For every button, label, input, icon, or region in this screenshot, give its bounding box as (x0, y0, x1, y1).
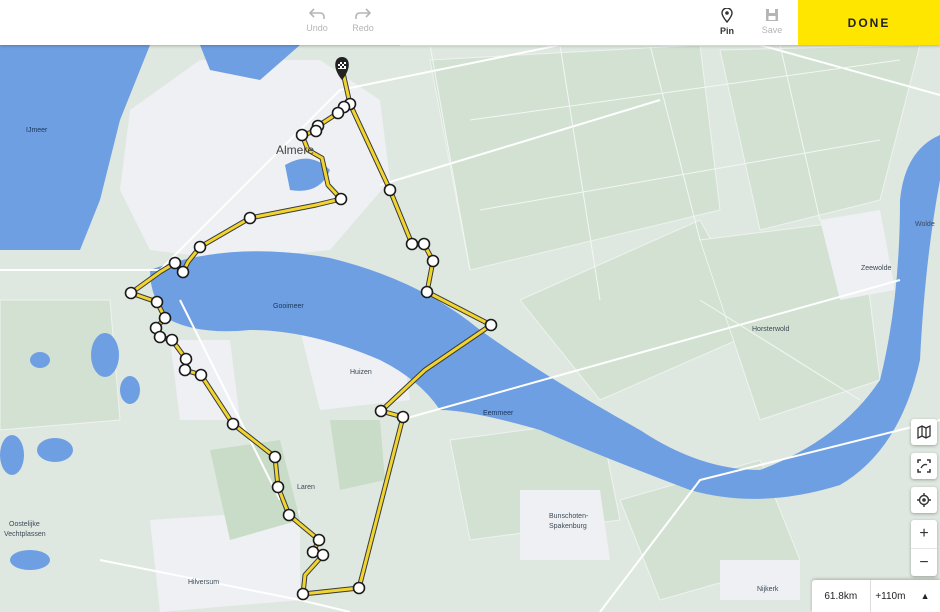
route-waypoint[interactable] (165, 333, 179, 347)
map-canvas[interactable]: IJmeer Almere Gooimeer Huizen Eemmeer La… (0, 0, 940, 612)
map-label-ijmeer: IJmeer (26, 127, 48, 134)
route-stats-bar[interactable]: 61.8km +110m ▲ (812, 580, 940, 612)
redo-icon (355, 8, 371, 19)
map-label-eemmeer: Eemmeer (483, 410, 514, 417)
zoom-out-button[interactable]: − (911, 549, 937, 577)
route-waypoint[interactable] (295, 128, 309, 142)
fit-route-button[interactable] (911, 453, 937, 479)
route-waypoint[interactable] (158, 311, 172, 325)
map-label-horsterwold: Horsterwold (752, 326, 789, 333)
route-waypoint[interactable] (271, 480, 285, 494)
route-waypoint[interactable] (484, 318, 498, 332)
map-label-wolde: Wolde (915, 221, 935, 228)
crosshair-icon (917, 493, 931, 507)
undo-button[interactable]: Undo (297, 8, 337, 33)
route-waypoint[interactable] (352, 581, 366, 595)
redo-button[interactable]: Redo (343, 8, 383, 33)
route-waypoint[interactable] (178, 363, 192, 377)
route-waypoint[interactable] (396, 410, 410, 424)
map-label-huizen: Huizen (350, 369, 372, 376)
route-waypoint[interactable] (193, 240, 207, 254)
route-waypoint[interactable] (194, 368, 208, 382)
route-waypoint[interactable] (405, 237, 419, 251)
route-waypoint[interactable] (124, 286, 138, 300)
zoom-control: + − (911, 520, 937, 576)
redo-label: Redo (352, 23, 374, 33)
route-waypoint[interactable] (168, 256, 182, 270)
save-label: Save (761, 25, 783, 35)
route-waypoint[interactable] (179, 352, 193, 366)
map-layers-button[interactable] (911, 419, 937, 445)
pin-label: Pin (719, 26, 734, 36)
route-waypoint[interactable] (383, 183, 397, 197)
route-waypoint[interactable] (309, 124, 323, 138)
route-waypoint[interactable] (153, 330, 167, 344)
map-icon (917, 425, 931, 439)
route-elevation: +110m (875, 590, 906, 602)
map-label-almere: Almere (276, 143, 314, 157)
zoom-in-button[interactable]: + (911, 520, 937, 549)
route-waypoint[interactable] (282, 508, 296, 522)
route-waypoint[interactable] (374, 404, 388, 418)
map-label-nijkerk: Nijkerk (757, 586, 779, 593)
route-waypoint[interactable] (176, 265, 190, 279)
expand-stats-icon[interactable]: ▲ (910, 580, 940, 612)
route-waypoint[interactable] (268, 450, 282, 464)
map-label-vechtplassen: Vechtplassen (4, 531, 46, 538)
route-waypoint[interactable] (243, 211, 257, 225)
route-waypoint[interactable] (316, 548, 330, 562)
route-waypoint[interactable] (150, 295, 164, 309)
locate-me-button[interactable] (911, 487, 937, 513)
map-label-gooimeer: Gooimeer (273, 303, 304, 310)
map-label-laren: Laren (297, 484, 315, 491)
map-label-zeewolde: Zeewolde (861, 265, 891, 272)
route-waypoint[interactable] (426, 254, 440, 268)
save-icon (766, 9, 778, 21)
pin-icon (721, 8, 733, 23)
map-label-bunschoten: Bunschoten- (549, 513, 589, 520)
route-waypoint[interactable] (334, 192, 348, 206)
top-toolbar: Undo Redo Pin Save DONE (0, 0, 940, 45)
done-button[interactable]: DONE (798, 0, 940, 45)
undo-label: Undo (306, 23, 328, 33)
save-button[interactable]: Save (752, 8, 792, 35)
map-label-hilversum: Hilversum (188, 579, 219, 586)
route-waypoint[interactable] (296, 587, 310, 601)
route-waypoint[interactable] (226, 417, 240, 431)
map-label-spakenburg: Spakenburg (549, 523, 587, 530)
route-waypoint[interactable] (331, 106, 345, 120)
pin-button[interactable]: Pin (707, 8, 747, 36)
route-waypoint[interactable] (312, 533, 326, 547)
map-label-oostelijke: Oostelijke (9, 521, 40, 528)
route-distance: 61.8km (812, 580, 871, 612)
route-waypoint[interactable] (417, 237, 431, 251)
undo-icon (309, 8, 325, 19)
route-waypoint[interactable] (420, 285, 434, 299)
fit-route-icon (917, 459, 931, 473)
